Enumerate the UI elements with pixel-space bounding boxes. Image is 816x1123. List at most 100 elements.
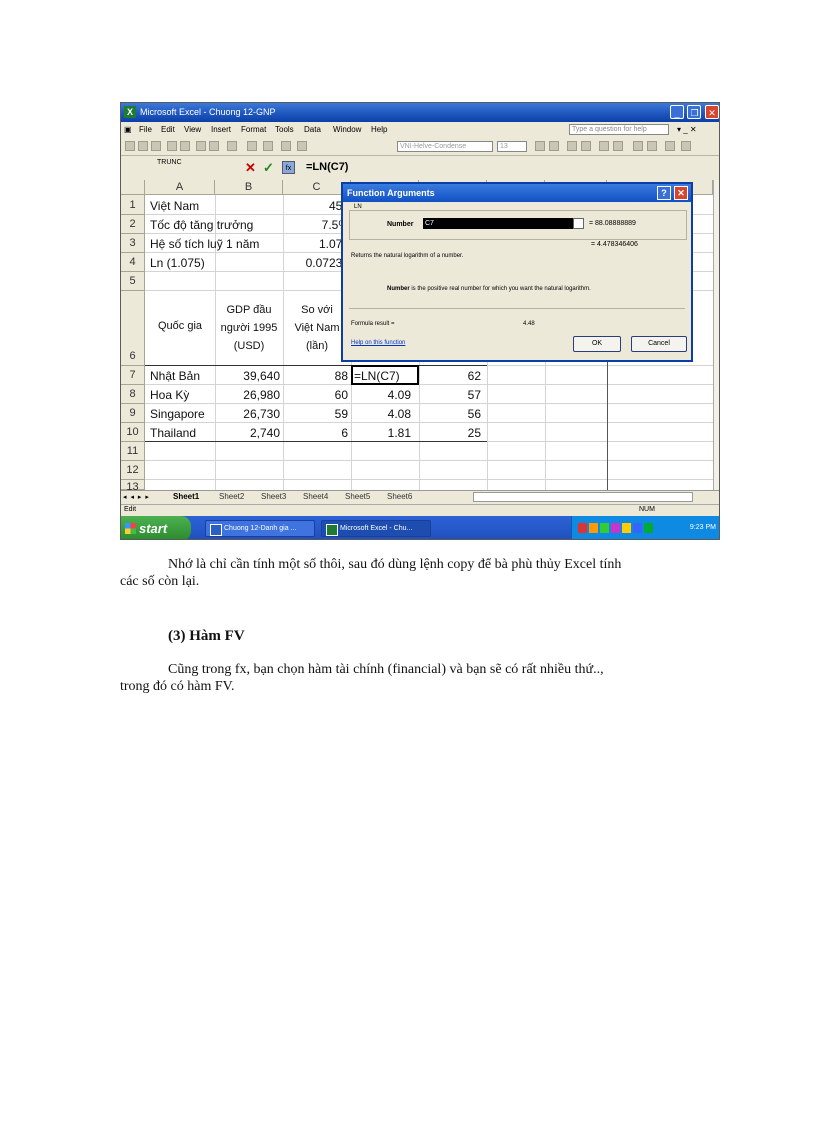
borders-icon[interactable] xyxy=(647,141,657,151)
bold-icon[interactable] xyxy=(535,141,545,151)
help-question-box[interactable]: Type a question for help xyxy=(569,124,669,135)
ok-button[interactable]: OK xyxy=(573,336,621,352)
restore-button[interactable]: ❐ xyxy=(687,105,702,119)
help-icon[interactable]: ? xyxy=(657,186,671,200)
tray-icon-5[interactable] xyxy=(622,523,631,533)
cell-a6[interactable]: Quốc gia xyxy=(145,320,215,332)
cell-d10[interactable]: 1.81 xyxy=(351,426,411,440)
cell-e10[interactable]: 25 xyxy=(419,426,481,440)
tray-icon-3[interactable] xyxy=(600,523,609,533)
row-header-12[interactable]: 12 xyxy=(121,461,145,480)
tab-sheet3[interactable]: Sheet3 xyxy=(261,492,286,501)
paste-icon[interactable] xyxy=(209,141,219,151)
close-button[interactable]: ✕ xyxy=(705,105,719,119)
cell-a3[interactable]: Hệ số tích luỹ 1 năm xyxy=(150,237,259,251)
sort-icon[interactable] xyxy=(263,141,273,151)
tab-sheet4[interactable]: Sheet4 xyxy=(303,492,328,501)
menu-data[interactable]: Data xyxy=(304,125,321,134)
minimize-button[interactable]: _ xyxy=(669,105,684,119)
font-size-select[interactable]: 13 xyxy=(497,141,527,152)
cell-b8[interactable]: 26,980 xyxy=(215,388,280,402)
autosum-icon[interactable] xyxy=(247,141,257,151)
cell-c4[interactable]: 0.07232 xyxy=(283,256,349,270)
preview-icon[interactable] xyxy=(180,141,190,151)
cell-a9[interactable]: Singapore xyxy=(150,407,205,421)
cell-c7[interactable]: 88 xyxy=(283,369,348,383)
row-header-2[interactable]: 2 xyxy=(121,215,145,234)
percent-icon[interactable] xyxy=(599,141,609,151)
help-icon[interactable] xyxy=(297,141,307,151)
tab-sheet1[interactable]: Sheet1 xyxy=(173,492,199,501)
formula-text[interactable]: =LN(C7) xyxy=(306,161,348,173)
sheet-nav-arrows[interactable]: ◂ ◂ ▸ ▸ xyxy=(123,493,150,501)
start-button[interactable]: start xyxy=(121,516,191,539)
dialog-title-bar[interactable]: Function Arguments ? ✕ xyxy=(343,184,691,202)
menu-format[interactable]: Format xyxy=(241,125,266,134)
collapse-dialog-icon[interactable] xyxy=(573,218,584,229)
fill-color-icon[interactable] xyxy=(665,141,675,151)
center-icon[interactable] xyxy=(581,141,591,151)
dialog-close-button[interactable]: ✕ xyxy=(674,186,688,200)
row-header-1[interactable]: 1 xyxy=(121,195,145,215)
cell-a7[interactable]: Nhật Bản xyxy=(150,369,200,383)
align-left-icon[interactable] xyxy=(567,141,577,151)
menu-tools[interactable]: Tools xyxy=(275,125,294,134)
cell-c1[interactable]: 450 xyxy=(283,199,349,213)
tray-icon-1[interactable] xyxy=(578,523,587,533)
comma-icon[interactable] xyxy=(613,141,623,151)
open-icon[interactable] xyxy=(138,141,148,151)
row-header-8[interactable]: 8 xyxy=(121,385,145,404)
cell-a1[interactable]: Việt Nam xyxy=(150,199,199,213)
tray-icon-4[interactable] xyxy=(611,523,620,533)
cell-e7[interactable]: 62 xyxy=(419,369,481,383)
menu-help[interactable]: Help xyxy=(371,125,387,134)
undo-icon[interactable] xyxy=(227,141,237,151)
cell-c3[interactable]: 1.075 xyxy=(283,237,349,251)
row-header-5[interactable]: 5 xyxy=(121,272,145,291)
chart-icon[interactable] xyxy=(281,141,291,151)
font-color-icon[interactable] xyxy=(681,141,691,151)
help-on-function-link[interactable]: Help on this function xyxy=(351,340,405,346)
insert-function-button[interactable]: fx xyxy=(282,161,295,174)
cancel-button[interactable]: Cancel xyxy=(631,336,687,352)
name-box[interactable]: TRUNC xyxy=(157,159,182,166)
cell-b9[interactable]: 26,730 xyxy=(215,407,280,421)
cancel-icon[interactable]: ✕ xyxy=(245,160,256,176)
task-word-document[interactable]: Chuong 12-Danh gia ... xyxy=(205,520,315,537)
tab-sheet2[interactable]: Sheet2 xyxy=(219,492,244,501)
document-window-controls[interactable]: ▾ _ ✕ xyxy=(677,125,697,134)
cell-e8[interactable]: 57 xyxy=(419,388,481,402)
row-header-9[interactable]: 9 xyxy=(121,404,145,423)
cell-b7[interactable]: 39,640 xyxy=(215,369,280,383)
cell-b6[interactable]: GDP đầu người 1995 (USD) xyxy=(215,301,283,355)
select-all-corner[interactable] xyxy=(121,180,145,195)
cell-a8[interactable]: Hoa Kỳ xyxy=(150,388,189,402)
row-header-7[interactable]: 7 xyxy=(121,366,145,385)
cell-d8[interactable]: 4.09 xyxy=(351,388,411,402)
cell-c9[interactable]: 59 xyxy=(283,407,348,421)
cell-d7[interactable]: =LN(C7) xyxy=(354,369,400,383)
menu-insert[interactable]: Insert xyxy=(211,125,231,134)
cell-a2[interactable]: Tốc độ tăng trưởng xyxy=(150,218,253,232)
cell-a4[interactable]: Ln (1.075) xyxy=(150,256,205,270)
row-header-10[interactable]: 10 xyxy=(121,423,145,442)
italic-icon[interactable] xyxy=(549,141,559,151)
copy-icon[interactable] xyxy=(196,141,206,151)
cell-c8[interactable]: 60 xyxy=(283,388,348,402)
enter-icon[interactable]: ✓ xyxy=(263,160,274,176)
col-header-b[interactable]: B xyxy=(215,180,283,195)
menu-window[interactable]: Window xyxy=(333,125,361,134)
cell-e9[interactable]: 56 xyxy=(419,407,481,421)
cell-b10[interactable]: 2,740 xyxy=(215,426,280,440)
menu-view[interactable]: View xyxy=(184,125,201,134)
row-header-3[interactable]: 3 xyxy=(121,234,145,253)
cell-d9[interactable]: 4.08 xyxy=(351,407,411,421)
indent-icon[interactable] xyxy=(633,141,643,151)
row-header-4[interactable]: 4 xyxy=(121,253,145,272)
cell-c2[interactable]: 7.5% xyxy=(283,218,349,232)
menu-file[interactable]: File xyxy=(139,125,152,134)
tab-sheet6[interactable]: Sheet6 xyxy=(387,492,412,501)
task-excel[interactable]: Microsoft Excel - Chu... xyxy=(321,520,431,537)
cell-c10[interactable]: 6 xyxy=(283,426,348,440)
horizontal-scrollbar[interactable] xyxy=(473,492,693,502)
